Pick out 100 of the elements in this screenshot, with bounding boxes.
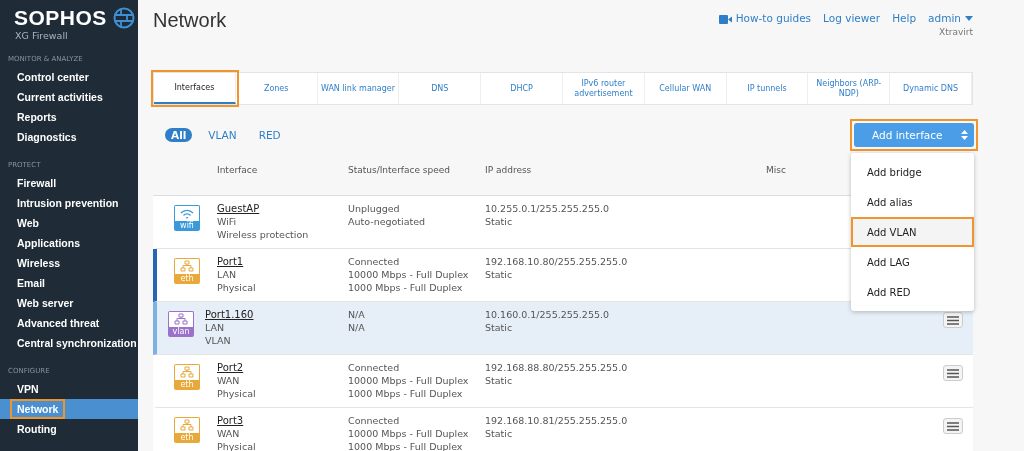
ip-address-text: 10.160.0.1/255.255.255.0	[485, 308, 611, 321]
ip-address-text: 192.168.10.81/255.255.255.0	[485, 414, 629, 427]
nav-item[interactable]: Web server	[10, 293, 81, 313]
user-menu-link[interactable]: admin	[928, 12, 961, 24]
network-icon	[174, 258, 200, 274]
row-menu-button[interactable]	[943, 365, 963, 381]
tab[interactable]: Cellular WAN	[644, 73, 727, 104]
nav-item[interactable]: Wireless	[10, 253, 68, 273]
tab[interactable]: IP tunnels	[726, 73, 809, 104]
type-badge: eth	[174, 433, 200, 443]
video-camera-icon	[718, 15, 732, 24]
row-menu-button[interactable]	[943, 312, 963, 328]
nav-item[interactable]: Web	[10, 213, 46, 233]
interface-link[interactable]: Port1	[217, 255, 348, 268]
company-name: Xtravirt	[939, 27, 973, 37]
network-icon	[174, 364, 200, 380]
interface-link[interactable]: Port1.160	[205, 308, 348, 321]
zone-text: LAN	[217, 268, 238, 281]
status-text: 10000 Mbps - Full Duplex	[348, 268, 470, 281]
menu-item[interactable]: Add VLAN	[851, 217, 974, 247]
globe-logo-icon	[112, 7, 135, 29]
tab[interactable]: IPv6 router advertisement	[563, 73, 645, 104]
log-viewer-link[interactable]: Log viewer	[823, 12, 881, 24]
type-badge: vlan	[168, 327, 194, 337]
nav-item[interactable]: Email	[10, 273, 52, 293]
status-text: N/A	[348, 321, 366, 334]
network-icon	[174, 417, 200, 433]
column-header: IP address	[485, 165, 533, 176]
mode-text: Static	[485, 427, 514, 440]
mode-text: Static	[485, 321, 514, 334]
filter-tab[interactable]: RED	[252, 128, 287, 142]
tab[interactable]: DNS	[399, 73, 482, 104]
type-text: VLAN	[205, 334, 232, 347]
tab[interactable]: Dynamic DNS	[890, 73, 972, 104]
brand-name: SOPHOS	[14, 6, 107, 30]
menu-icon	[947, 368, 959, 378]
nav-item[interactable]: Intrusion prevention	[10, 193, 126, 213]
type-badge: wifi	[174, 221, 200, 231]
tab[interactable]: DHCP	[481, 73, 563, 104]
menu-item[interactable]: Add alias	[851, 187, 974, 217]
menu-item[interactable]: Add RED	[851, 277, 974, 307]
mode-text: Static	[485, 374, 514, 387]
nav-item[interactable]: Applications	[10, 233, 87, 253]
ip-address-text: 10.255.0.1/255.255.255.0	[485, 202, 611, 215]
status-text: Auto-negotiated	[348, 215, 427, 228]
menu-item[interactable]: Add LAG	[851, 247, 974, 277]
type-badge: eth	[174, 274, 200, 284]
filter-tab[interactable]: VLAN	[202, 128, 243, 142]
filter-tab[interactable]: All	[165, 128, 193, 142]
tab[interactable]: WAN link manager	[317, 73, 400, 104]
sort-arrows-icon	[961, 130, 968, 140]
network-icon	[168, 311, 194, 327]
tab[interactable]: Interfaces	[154, 73, 236, 104]
menu-item[interactable]: Add bridge	[851, 157, 974, 187]
status-text: 1000 Mbps - Full Duplex	[348, 281, 464, 294]
status-text: 1000 Mbps - Full Duplex	[348, 387, 464, 400]
nav-item[interactable]: Central synchronization	[10, 333, 144, 353]
nav-item[interactable]: Reports	[10, 107, 64, 127]
interface-link[interactable]: GuestAP	[217, 202, 348, 215]
nav-item[interactable]: Advanced threat	[10, 313, 107, 333]
zone-text: WAN	[217, 427, 241, 440]
help-link[interactable]: Help	[892, 12, 917, 24]
ip-address-text: 192.168.88.80/255.255.255.0	[485, 361, 629, 374]
wifi-icon	[174, 205, 200, 221]
ip-address-text: 192.168.10.80/255.255.255.0	[485, 255, 629, 268]
mode-text: Static	[485, 268, 514, 281]
status-text: 10000 Mbps - Full Duplex	[348, 374, 470, 387]
nav-item[interactable]: VPN	[10, 379, 46, 399]
menu-icon	[947, 421, 959, 431]
mode-text: Static	[485, 215, 514, 228]
nav-item[interactable]: Diagnostics	[10, 127, 84, 147]
zone-text: WAN	[217, 374, 241, 387]
nav-item[interactable]: Routing	[10, 419, 64, 439]
nav-item[interactable]: Current activities	[10, 87, 110, 107]
status-text: Connected	[348, 255, 401, 268]
tab[interactable]: Zones	[235, 73, 318, 104]
page-title: Network	[153, 9, 227, 32]
row-menu-button[interactable]	[943, 418, 963, 434]
column-header: Status/Interface speed	[348, 165, 452, 176]
zone-text: WiFi	[217, 215, 238, 228]
type-text: Physical	[217, 281, 257, 294]
guides-link[interactable]: How-to guides	[735, 12, 812, 24]
nav-item[interactable]: Firewall	[10, 173, 64, 193]
column-header: Misc	[766, 165, 786, 176]
status-text: N/A	[348, 308, 366, 321]
menu-icon	[947, 315, 959, 325]
nav-item[interactable]: Control center	[10, 67, 96, 87]
type-text: Physical	[217, 387, 257, 400]
tab[interactable]: Neighbors (ARP-NDP)	[808, 73, 891, 104]
zone-text: LAN	[205, 321, 226, 334]
type-text: Wireless protection	[217, 228, 310, 241]
type-badge: eth	[174, 380, 200, 390]
status-text: Connected	[348, 414, 401, 427]
caret-icon	[965, 15, 973, 21]
column-header: Interface	[217, 165, 259, 176]
status-text: Unplugged	[348, 202, 401, 215]
interface-link[interactable]: Port3	[217, 414, 348, 427]
interface-link[interactable]: Port2	[217, 361, 348, 374]
product-name: XG Firewall	[14, 30, 69, 41]
status-text: Connected	[348, 361, 401, 374]
